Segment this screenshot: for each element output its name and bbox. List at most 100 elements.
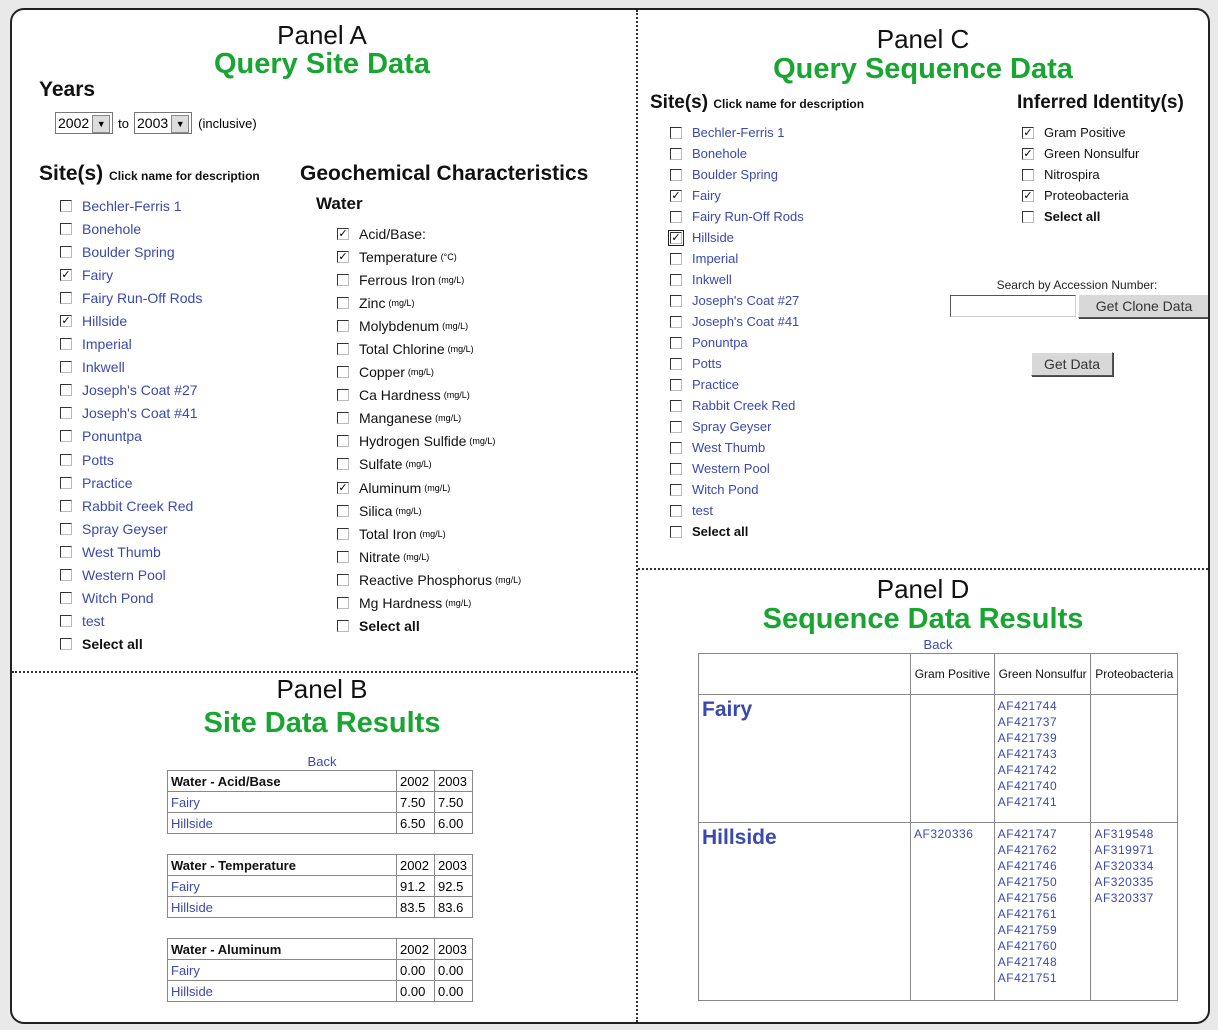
water-parameter-option[interactable]: Nitrate (mg/L) — [337, 545, 521, 568]
year-from-select[interactable]: 2002 ▼ — [55, 112, 114, 134]
site-link[interactable]: Fairy — [692, 188, 721, 203]
checkbox[interactable] — [60, 384, 72, 397]
accession-link[interactable]: AF421760 — [998, 938, 1088, 954]
water-parameter-option[interactable]: ✓ Temperature (°C) — [337, 245, 521, 268]
checkbox[interactable] — [60, 453, 72, 466]
site-link[interactable]: Fairy Run-Off Rods — [692, 209, 804, 224]
checkbox[interactable]: ✓ — [60, 268, 72, 281]
water-parameter-option[interactable]: Ferrous Iron (mg/L) — [337, 268, 521, 291]
site-link[interactable]: Joseph's Coat #41 — [82, 405, 198, 421]
accession-link[interactable]: AF421744 — [998, 698, 1088, 714]
site-link[interactable]: Boulder Spring — [692, 167, 778, 182]
site-option[interactable]: Fairy Run-Off Rods — [670, 206, 804, 227]
checkbox[interactable] — [670, 357, 682, 370]
checkbox[interactable] — [337, 343, 349, 356]
checkbox[interactable] — [1022, 210, 1034, 223]
site-link[interactable]: Hillside — [698, 822, 911, 1001]
site-link[interactable]: Hillside — [82, 313, 127, 329]
site-link[interactable]: Witch Pond — [692, 482, 758, 497]
site-option[interactable]: Rabbit Creek Red — [670, 395, 804, 416]
site-link[interactable]: Inkwell — [692, 272, 732, 287]
checkbox[interactable] — [60, 361, 72, 374]
checkbox[interactable] — [60, 291, 72, 304]
site-link[interactable]: Potts — [692, 356, 722, 371]
get-clone-data-button[interactable]: Get Clone Data — [1078, 294, 1208, 318]
checkbox[interactable] — [60, 592, 72, 605]
water-parameter-option[interactable]: Sulfate (mg/L) — [337, 453, 521, 476]
accession-link[interactable]: AF319971 — [1094, 842, 1174, 858]
site-option[interactable]: ✓ Fairy — [670, 185, 804, 206]
water-parameter-option[interactable]: Silica (mg/L) — [337, 499, 521, 522]
checkbox[interactable] — [60, 638, 72, 651]
accession-link[interactable]: AF320334 — [1094, 858, 1174, 874]
checkbox[interactable] — [670, 147, 682, 160]
site-option[interactable]: Ponuntpa — [670, 332, 804, 353]
checkbox[interactable] — [337, 412, 349, 425]
checkbox[interactable] — [337, 389, 349, 402]
checkbox[interactable] — [670, 504, 682, 517]
checkbox[interactable] — [60, 338, 72, 351]
site-link[interactable]: Potts — [82, 452, 114, 468]
water-parameter-option[interactable]: ✓ Acid/Base: — [337, 222, 521, 245]
checkbox[interactable] — [670, 252, 682, 265]
checkbox[interactable] — [337, 273, 349, 286]
panel-d-back-link[interactable]: Back — [638, 637, 1208, 652]
site-link[interactable]: Boulder Spring — [82, 244, 175, 260]
site-link[interactable]: Spray Geyser — [82, 521, 168, 537]
accession-link[interactable]: AF421743 — [998, 746, 1088, 762]
site-link[interactable]: West Thumb — [82, 544, 161, 560]
accession-link[interactable]: AF421741 — [998, 794, 1088, 810]
accession-link[interactable]: AF421747 — [998, 826, 1088, 842]
site-link[interactable]: Fairy — [698, 694, 911, 823]
checkbox[interactable] — [670, 441, 682, 454]
checkbox[interactable]: ✓ — [1022, 126, 1034, 139]
checkbox[interactable] — [337, 504, 349, 517]
checkbox[interactable] — [670, 483, 682, 496]
site-link[interactable]: Spray Geyser — [692, 419, 771, 434]
site-option[interactable]: Imperial — [670, 248, 804, 269]
checkbox[interactable]: ✓ — [1022, 189, 1034, 202]
get-data-button[interactable]: Get Data — [1031, 352, 1113, 376]
accession-input[interactable] — [950, 295, 1076, 317]
site-option[interactable]: Witch Pond — [670, 479, 804, 500]
accession-link[interactable]: AF421761 — [998, 906, 1088, 922]
checkbox[interactable] — [670, 378, 682, 391]
site-link[interactable]: West Thumb — [692, 440, 765, 455]
site-option[interactable]: Bechler-Ferris 1 — [670, 122, 804, 143]
checkbox[interactable]: ✓ — [60, 315, 72, 328]
checkbox[interactable] — [60, 545, 72, 558]
water-parameter-option[interactable]: Total Iron (mg/L) — [337, 522, 521, 545]
site-link[interactable]: Imperial — [82, 336, 132, 352]
site-option[interactable]: Ponuntpa — [60, 425, 202, 448]
identity-option[interactable]: ✓ Proteobacteria — [1022, 185, 1139, 206]
site-link[interactable]: Bechler-Ferris 1 — [692, 125, 784, 140]
site-option[interactable]: Spray Geyser — [670, 416, 804, 437]
site-option[interactable]: Inkwell — [60, 356, 202, 379]
checkbox[interactable] — [1022, 168, 1034, 181]
checkbox[interactable] — [337, 296, 349, 309]
accession-link[interactable]: AF421751 — [998, 970, 1088, 986]
accession-link[interactable]: AF421748 — [998, 954, 1088, 970]
checkbox[interactable] — [337, 550, 349, 563]
site-link[interactable]: Joseph's Coat #27 — [692, 293, 799, 308]
checkbox[interactable]: ✓ — [337, 481, 349, 494]
site-option[interactable]: ✓ Fairy — [60, 263, 202, 286]
accession-link[interactable]: AF421746 — [998, 858, 1088, 874]
accession-link[interactable]: AF320335 — [1094, 874, 1174, 890]
site-option[interactable]: ✓ Hillside — [668, 227, 804, 248]
accession-link[interactable]: AF421739 — [998, 730, 1088, 746]
identity-option[interactable]: ✓ Gram Positive — [1022, 122, 1139, 143]
site-link[interactable]: Hillside — [167, 812, 397, 834]
site-link[interactable]: Rabbit Creek Red — [692, 398, 795, 413]
checkbox[interactable] — [60, 199, 72, 212]
site-option[interactable]: test — [670, 500, 804, 521]
accession-link[interactable]: AF421759 — [998, 922, 1088, 938]
accession-link[interactable]: AF421742 — [998, 762, 1088, 778]
site-link[interactable]: Imperial — [692, 251, 738, 266]
checkbox[interactable] — [60, 222, 72, 235]
site-option[interactable]: Boulder Spring — [670, 164, 804, 185]
site-option[interactable]: Joseph's Coat #27 — [670, 290, 804, 311]
accession-link[interactable]: AF421750 — [998, 874, 1088, 890]
water-parameter-option[interactable]: Hydrogen Sulfide (mg/L) — [337, 430, 521, 453]
select-all-row[interactable]: Select all — [1022, 206, 1139, 227]
